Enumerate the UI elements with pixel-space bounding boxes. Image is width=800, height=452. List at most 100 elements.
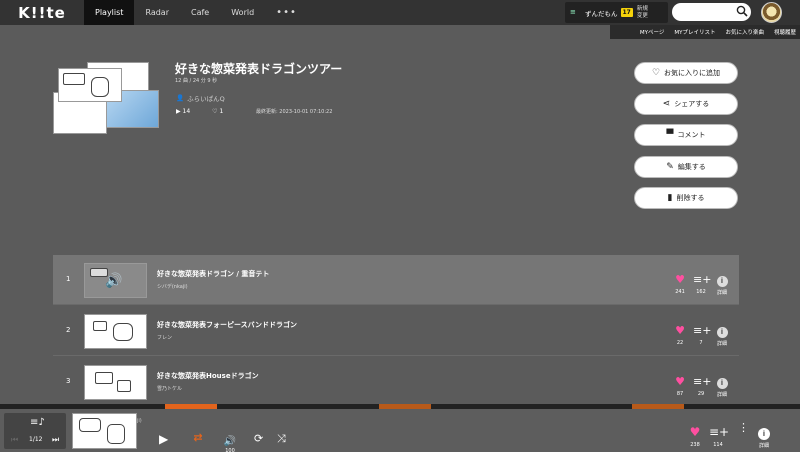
volume-level: 100 xyxy=(225,448,235,452)
table-row[interactable]: 2 好きな惣菜発表フォーピースバンドドラゴン フレン ♥ 22 ≡+ 7 i 詳… xyxy=(53,306,739,356)
more-vertical-icon[interactable]: ⋮ xyxy=(738,421,749,434)
previous-track-icon[interactable]: ⏮ xyxy=(11,435,18,445)
detail-label: 詳細 xyxy=(716,341,727,347)
user-change-button[interactable]: 新規 変更 xyxy=(637,6,648,20)
detail-button[interactable]: i 詳細 xyxy=(715,268,729,296)
detail-button[interactable]: i 詳細 xyxy=(715,370,729,398)
add-count: 162 xyxy=(696,289,706,295)
last-updated: 最終更新: 2023-10-01 07:10:22 xyxy=(256,109,333,115)
trash-icon: ▮ xyxy=(667,192,673,203)
heart-icon: ♥ xyxy=(689,425,701,439)
playlist-meta: 12 曲 / 24 分 9 秒 xyxy=(175,78,218,84)
add-to-playlist-button[interactable]: ≡+ 162 xyxy=(693,268,712,295)
now-playing-artist: ji) xyxy=(137,418,142,424)
playlist-add-icon: ≡+ xyxy=(709,425,730,439)
track-artist[interactable]: シバデ(nkaji) xyxy=(157,283,188,290)
track-artist[interactable]: フレン xyxy=(157,334,172,341)
add-count: 29 xyxy=(697,391,705,397)
queue-position: 1/12 xyxy=(29,436,43,443)
player-add-to-playlist-button[interactable]: ≡+ 114 xyxy=(709,421,730,448)
share-icon: ⋖ xyxy=(662,98,671,109)
share-button[interactable]: ⋖ シェアする xyxy=(634,93,738,115)
app-logo[interactable]: K!!te xyxy=(0,0,84,25)
heart-icon: ♥ xyxy=(675,273,685,286)
player-like-count: 238 xyxy=(690,442,700,448)
add-to-playlist-button[interactable]: ≡+ 29 xyxy=(693,370,712,397)
now-playing-thumbnail[interactable] xyxy=(72,413,137,449)
player-like-button[interactable]: ♥ 238 xyxy=(688,421,702,448)
detail-label: 詳細 xyxy=(716,290,727,296)
person-icon: 👤 xyxy=(176,94,185,102)
like-button[interactable]: ♥ 22 xyxy=(673,319,687,346)
tab-playlist[interactable]: Playlist xyxy=(84,0,135,25)
playlist-add-icon: ≡+ xyxy=(693,273,712,286)
heart-outline-icon: ♡ xyxy=(651,67,661,78)
track-number: 2 xyxy=(66,326,71,334)
comment-icon: ▀ xyxy=(666,129,674,140)
add-favorite-label: お気に入りに追加 xyxy=(664,69,721,77)
avatar[interactable] xyxy=(761,2,782,23)
table-row[interactable]: 1 🔊 好きな惣菜発表ドラゴン / 重音テト シバデ(nkaji) ♥ 241 … xyxy=(53,255,739,305)
volume-icon: 🔊 xyxy=(223,436,237,447)
subnav-my-playlist[interactable]: MYプレイリスト xyxy=(674,28,715,36)
add-favorite-button[interactable]: ♡ お気に入りに追加 xyxy=(634,62,738,84)
next-track-icon[interactable]: ⏭ xyxy=(52,435,59,445)
add-to-playlist-button[interactable]: ≡+ 7 xyxy=(693,319,711,346)
user-box[interactable]: ≡ ずんだもん 17 新規 変更 xyxy=(565,2,668,23)
track-number: 3 xyxy=(66,377,71,385)
more-menu-button[interactable]: ••• xyxy=(265,0,308,25)
edit-button[interactable]: ✎ 編集する xyxy=(634,156,738,178)
subnav-my-page[interactable]: MYページ xyxy=(640,28,665,36)
track-thumbnail[interactable] xyxy=(84,365,147,400)
table-row[interactable]: 3 好きな惣菜発表Houseドラゴン 雪乃トケル ♥ 87 ≡+ 29 i 詳細 xyxy=(53,357,739,407)
repeat-icon[interactable]: ⟳ xyxy=(254,432,263,445)
delete-button[interactable]: ▮ 削除する xyxy=(634,187,738,209)
info-icon: i xyxy=(758,428,770,440)
queue-panel[interactable]: ≡♪ ⏮ 1/12 ⏭ xyxy=(4,413,66,449)
loop-mode-icon[interactable]: ⇄ xyxy=(189,431,207,445)
player-detail-label: 詳細 xyxy=(758,443,769,449)
player-bar: ≡♪ ⏮ 1/12 ⏭ ji) ▶ ⇄ 🔊 100 ⟳ ⤨ ♥ 238 ≡+ 1… xyxy=(0,409,800,452)
track-title[interactable]: 好きな惣菜発表Houseドラゴン xyxy=(157,371,259,381)
tab-world[interactable]: World xyxy=(220,0,265,25)
like-count-icon: ♡ xyxy=(212,108,220,115)
like-button[interactable]: ♥ 87 xyxy=(673,370,687,397)
search-icon[interactable] xyxy=(736,5,748,17)
heart-icon: ♥ xyxy=(675,324,685,337)
track-number: 1 xyxy=(66,275,71,283)
detail-label: 詳細 xyxy=(716,392,727,398)
tab-cafe[interactable]: Cafe xyxy=(180,0,220,25)
shuffle-icon[interactable]: ⤨ xyxy=(277,432,286,446)
track-thumbnail[interactable] xyxy=(84,314,147,349)
user-list-icon: ≡ xyxy=(570,8,576,16)
creator-name: ふらいぱんQ xyxy=(187,95,225,103)
playlist-thumbnails xyxy=(53,60,163,135)
playlist-add-icon: ≡+ xyxy=(693,375,712,388)
share-label: シェアする xyxy=(674,100,710,108)
like-count: 87 xyxy=(676,391,684,397)
user-name: ずんだもん xyxy=(585,9,618,18)
tab-radar[interactable]: Radar xyxy=(134,0,180,25)
detail-button[interactable]: i 詳細 xyxy=(715,319,729,347)
queue-list-icon[interactable]: ≡♪ xyxy=(30,417,45,428)
like-button[interactable]: ♥ 241 xyxy=(673,268,687,295)
add-count: 7 xyxy=(699,340,703,346)
track-title[interactable]: 好きな惣菜発表ドラゴン / 重音テト xyxy=(157,269,269,279)
player-detail-button[interactable]: i 詳細 xyxy=(757,421,771,449)
pencil-icon: ✎ xyxy=(666,161,674,172)
info-icon: i xyxy=(716,327,728,338)
subnav-history[interactable]: 視聴履歴 xyxy=(774,28,796,36)
player-add-count: 114 xyxy=(713,442,723,448)
track-artist[interactable]: 雪乃トケル xyxy=(157,385,182,392)
play-icon[interactable]: ▶ xyxy=(159,432,168,446)
volume-button[interactable]: 🔊 100 xyxy=(223,429,237,452)
comment-button[interactable]: ▀ コメント xyxy=(634,124,738,146)
play-count: 14 xyxy=(182,108,191,115)
playlist-creator[interactable]: 👤 ふらいぱんQ xyxy=(176,93,225,103)
info-icon: i xyxy=(716,276,728,287)
playlist-title: 好きな惣菜発表ドラゴンツアー xyxy=(175,62,343,76)
track-thumbnail[interactable]: 🔊 xyxy=(84,263,147,298)
subnav-favorite-songs[interactable]: お気に入り楽曲 xyxy=(725,28,764,36)
track-title[interactable]: 好きな惣菜発表フォーピースバンドドラゴン xyxy=(157,320,297,330)
thumbnail-image xyxy=(58,68,122,102)
